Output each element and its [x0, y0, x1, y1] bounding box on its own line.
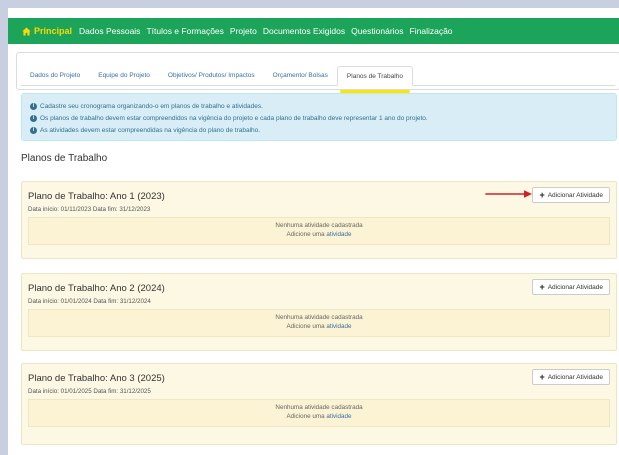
add-activity-link[interactable]: atividade: [326, 231, 351, 238]
info-alert: i Cadastre seu cronograma organizando-o …: [21, 93, 617, 141]
empty-activities: Nenhuma atividade cadastrada Adicione um…: [28, 217, 610, 245]
add-activity-label: Adicionar Atividade: [547, 191, 603, 199]
nav-dados-pessoais[interactable]: Dados Pessoais: [79, 26, 140, 36]
nav-home[interactable]: Principal: [22, 26, 72, 36]
plan-card: Plano de Trabalho: Ano 3 (2025) Data iní…: [21, 363, 617, 445]
tab-equipe-do-projeto[interactable]: Equipe do Projeto: [89, 65, 159, 85]
plan-card: Plano de Trabalho: Ano 2 (2024) Data iní…: [21, 273, 617, 351]
annotation-arrow-icon: [485, 190, 532, 198]
info-text: Os planos de trabalho devem estar compre…: [40, 114, 428, 122]
info-text: Cadastre seu cronograma organizando-o em…: [40, 102, 263, 110]
info-text: As atividades devem estar compreendidas …: [40, 126, 261, 134]
add-activity-link[interactable]: atividade: [326, 413, 351, 420]
add-activity-hint: Adicione uma atividade: [29, 323, 609, 330]
empty-message: Nenhuma atividade cadastrada: [275, 222, 363, 229]
nav-projeto[interactable]: Projeto: [230, 26, 257, 36]
info-line: i As atividades devem estar compreendida…: [30, 124, 608, 136]
tab-orcamento-bolsas[interactable]: Orçamento/ Bolsas: [264, 65, 337, 85]
tab-dados-do-projeto[interactable]: Dados do Projeto: [21, 65, 89, 85]
tab-planos-de-trabalho-label: Planos de Trabalho: [346, 72, 403, 80]
plus-icon: +: [539, 189, 545, 200]
empty-message: Nenhuma atividade cadastrada: [275, 314, 363, 321]
empty-activities: Nenhuma atividade cadastrada Adicione um…: [28, 309, 610, 337]
nav-titulos-formacoes[interactable]: Títulos e Formações: [146, 26, 223, 36]
home-icon: [22, 26, 31, 36]
info-line: i Os planos de trabalho devem estar comp…: [30, 112, 608, 124]
plan-title: Plano de Trabalho: Ano 2 (2024): [28, 283, 165, 294]
nav-finalizacao[interactable]: Finalização: [410, 26, 453, 36]
add-activity-label: Adicionar Atividade: [547, 373, 603, 381]
add-activity-hint: Adicione uma atividade: [29, 413, 609, 420]
add-activity-button[interactable]: + Adicionar Atividade: [532, 187, 610, 203]
hint-prefix: Adicione uma: [286, 413, 327, 420]
nav-questionarios[interactable]: Questionários: [351, 26, 403, 36]
plan-dates: Data início: 01/01/2025 Data fim: 31/12/…: [28, 388, 151, 395]
plan-title: Plano de Trabalho: Ano 1 (2023): [28, 191, 165, 202]
empty-activities: Nenhuma atividade cadastrada Adicione um…: [28, 399, 610, 427]
plan-title: Plano de Trabalho: Ano 3 (2025): [28, 373, 165, 384]
nav-documentos-exigidos[interactable]: Documentos Exigidos: [263, 26, 345, 36]
hint-prefix: Adicione uma: [286, 231, 327, 238]
plan-dates: Data início: 01/01/2024 Data fim: 31/12/…: [28, 298, 151, 305]
tabs-panel: Dados do Projeto Equipe do Projeto Objet…: [16, 52, 619, 93]
info-line: i Cadastre seu cronograma organizando-o …: [30, 100, 608, 112]
info-icon: i: [30, 114, 37, 122]
tab-objetivos-produtos-impactos[interactable]: Objetivos/ Produtos/ Impactos: [159, 65, 264, 85]
nav-home-label: Principal: [34, 26, 73, 36]
app-frame: Principal Dados Pessoais Títulos e Forma…: [8, 8, 619, 455]
add-activity-button[interactable]: + Adicionar Atividade: [532, 369, 610, 385]
project-tabs: Dados do Projeto Equipe do Projeto Objet…: [21, 59, 615, 93]
add-activity-hint: Adicione uma atividade: [29, 231, 609, 238]
section-title: Planos de Trabalho: [21, 153, 108, 164]
info-icon: i: [30, 102, 37, 110]
add-activity-button[interactable]: + Adicionar Atividade: [532, 279, 610, 295]
empty-message: Nenhuma atividade cadastrada: [275, 404, 363, 411]
plan-dates: Data início: 01/11/2023 Data fim: 31/12/…: [28, 206, 151, 213]
add-activity-link[interactable]: atividade: [326, 323, 351, 330]
plus-icon: +: [539, 281, 545, 292]
hint-prefix: Adicione uma: [286, 323, 327, 330]
tab-planos-de-trabalho[interactable]: Planos de Trabalho: [336, 66, 413, 93]
top-nav: Principal Dados Pessoais Títulos e Forma…: [8, 18, 619, 44]
info-icon: i: [30, 126, 37, 134]
plus-icon: +: [539, 371, 545, 382]
add-activity-label: Adicionar Atividade: [547, 283, 603, 291]
